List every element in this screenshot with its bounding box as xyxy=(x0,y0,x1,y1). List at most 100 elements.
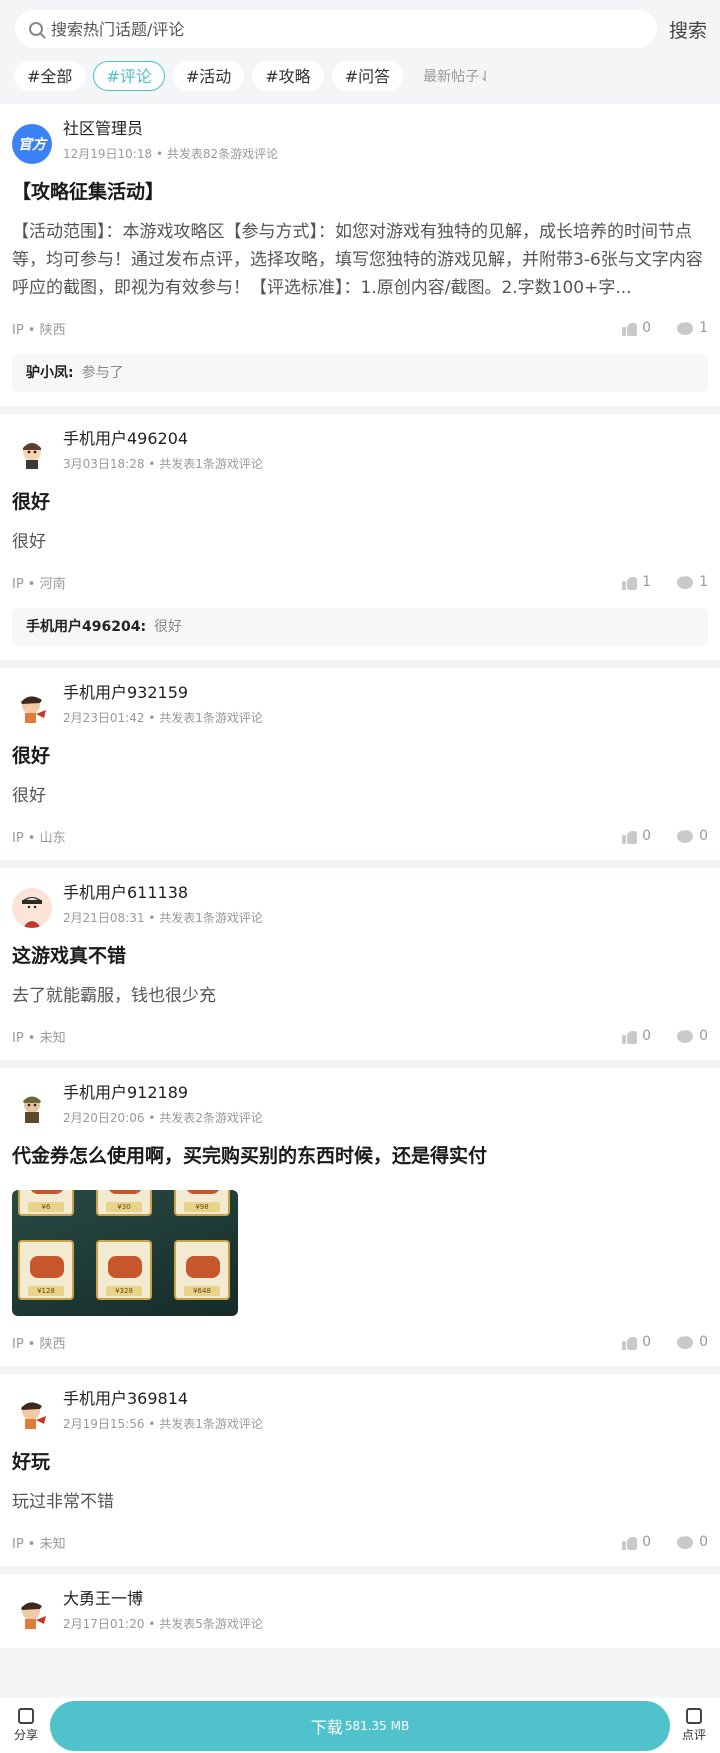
post-time: 2月23日01:42 xyxy=(63,711,145,725)
tag-review[interactable]: #评论 xyxy=(93,61,165,91)
comment-button[interactable]: 0 xyxy=(677,826,708,844)
download-size: 581.35 MB xyxy=(344,1718,410,1733)
like-button[interactable]: 1 xyxy=(622,574,651,590)
comment-button[interactable]: 0 xyxy=(677,1026,708,1044)
reply-text: 很好 xyxy=(154,619,183,635)
comment-button[interactable]: 1 xyxy=(677,318,708,336)
reply-text: 参与了 xyxy=(81,365,124,381)
avatar[interactable] xyxy=(12,1394,52,1434)
username[interactable]: 社区管理员 xyxy=(63,118,278,140)
username[interactable]: 手机用户369814 xyxy=(63,1388,263,1410)
post-body: 【活动范围】：本游戏攻略区【参与方式】：如您对游戏有独特的见解，成长培养的时间节… xyxy=(12,222,703,298)
like-button[interactable]: 0 xyxy=(622,1334,651,1350)
comment-count: 0 xyxy=(699,1534,708,1550)
comment-count: 1 xyxy=(699,574,708,590)
share-button[interactable]: 分享 xyxy=(8,1708,44,1743)
comment-button[interactable]: 0 xyxy=(677,1532,708,1550)
avatar[interactable] xyxy=(12,1088,52,1128)
thumbs-up-icon xyxy=(622,1029,638,1044)
tag-guide[interactable]: #攻略 xyxy=(252,61,324,91)
post-meta: 2月19日15:56 • 共发表1条游戏评论 xyxy=(63,1417,263,1431)
search-button[interactable]: 搜索 xyxy=(669,16,707,43)
comment-count: 0 xyxy=(699,1334,708,1350)
post-stats: 共发表2条游戏评论 xyxy=(159,1111,263,1125)
post-stats: 共发表1条游戏评论 xyxy=(159,911,263,925)
thumbs-up-icon xyxy=(622,1535,638,1550)
post-meta: 2月20日20:06 • 共发表2条游戏评论 xyxy=(63,1111,263,1125)
post-stats: 共发表5条游戏评论 xyxy=(159,1617,263,1631)
post-title: 这游戏真不错 xyxy=(12,945,127,967)
post-body: 很好 xyxy=(12,786,46,806)
image-price: ¥30 xyxy=(106,1202,142,1212)
post-title: 好玩 xyxy=(12,1451,51,1473)
review-button[interactable]: 点评 xyxy=(676,1708,712,1743)
search-icon xyxy=(29,22,43,36)
comment-icon xyxy=(677,1332,694,1349)
comment-icon xyxy=(677,572,694,589)
like-button[interactable]: 0 xyxy=(622,828,651,844)
post-card[interactable]: 手机用户496204 3月03日18:28 • 共发表1条游戏评论 很好 很好 … xyxy=(0,414,720,660)
edit-icon xyxy=(686,1708,702,1724)
username[interactable]: 手机用户496204 xyxy=(63,428,263,450)
post-time: 12月19日10:18 xyxy=(63,147,153,161)
comment-button[interactable]: 0 xyxy=(677,1332,708,1350)
like-button[interactable]: 0 xyxy=(622,1028,651,1044)
reply-preview[interactable]: 驴小凤: 参与了 xyxy=(12,354,708,392)
post-meta: 2月17日01:20 • 共发表5条游戏评论 xyxy=(63,1617,263,1631)
comment-button[interactable]: 1 xyxy=(677,572,708,590)
image-price: ¥98 xyxy=(184,1202,220,1212)
post-time: 2月17日01:20 xyxy=(63,1617,145,1631)
ip-location: IP • 河南 xyxy=(12,576,66,592)
avatar[interactable] xyxy=(12,1594,52,1634)
post-time: 2月20日20:06 xyxy=(63,1111,145,1125)
post-meta: 3月03日18:28 • 共发表1条游戏评论 xyxy=(63,457,263,471)
post-card[interactable]: 官方 社区管理员 12月19日10:18 • 共发表82条游戏评论 【攻略征集活… xyxy=(0,104,720,406)
review-label: 点评 xyxy=(681,1728,706,1742)
like-button[interactable]: 0 xyxy=(622,320,651,336)
post-meta: 2月23日01:42 • 共发表1条游戏评论 xyxy=(63,711,263,725)
search-input[interactable] xyxy=(51,19,571,39)
username[interactable]: 手机用户932159 xyxy=(63,682,263,704)
reply-preview[interactable]: 手机用户496204: 很好 xyxy=(12,608,708,646)
post-title: 很好 xyxy=(12,745,51,767)
post-card[interactable]: 大勇王一博 2月17日01:20 • 共发表5条游戏评论 xyxy=(0,1574,720,1648)
post-meta: 2月21日08:31 • 共发表1条游戏评论 xyxy=(63,911,263,925)
thumbs-up-icon xyxy=(622,575,638,590)
post-time: 2月19日15:56 xyxy=(63,1417,145,1431)
username[interactable]: 手机用户611138 xyxy=(63,882,263,904)
download-label: 下载 xyxy=(310,1717,343,1737)
like-count: 0 xyxy=(642,828,652,844)
post-card[interactable]: 手机用户932159 2月23日01:42 • 共发表1条游戏评论 很好 很好 … xyxy=(0,668,720,860)
tag-activity[interactable]: #活动 xyxy=(172,61,245,91)
post-title: 很好 xyxy=(12,491,51,513)
username[interactable]: 手机用户912189 xyxy=(63,1082,263,1104)
post-stats: 共发表1条游戏评论 xyxy=(159,711,263,725)
like-count: 0 xyxy=(642,1334,652,1350)
reply-user: 手机用户496204: xyxy=(26,619,147,635)
like-count: 0 xyxy=(642,1028,652,1044)
comment-count: 0 xyxy=(699,1028,708,1044)
download-button[interactable]: 下载 581.35 MB xyxy=(50,1700,670,1751)
tag-all[interactable]: #全部 xyxy=(14,61,86,91)
official-avatar[interactable]: 官方 xyxy=(12,124,52,164)
sort-dropdown[interactable]: 最新帖子⇃ xyxy=(423,66,491,86)
post-card[interactable]: 手机用户611138 2月21日08:31 • 共发表1条游戏评论 这游戏真不错… xyxy=(0,868,720,1060)
avatar[interactable] xyxy=(12,888,52,928)
comment-count: 1 xyxy=(699,320,708,336)
avatar[interactable] xyxy=(12,688,52,728)
ip-location: IP • 陕西 xyxy=(12,1336,66,1352)
username[interactable]: 大勇王一博 xyxy=(63,1588,263,1610)
like-count: 1 xyxy=(642,574,652,590)
avatar[interactable] xyxy=(12,434,52,474)
post-time: 3月03日18:28 xyxy=(63,457,145,471)
post-title: 【攻略征集活动】 xyxy=(12,181,165,203)
search-box[interactable] xyxy=(15,10,657,48)
tag-qa[interactable]: #问答 xyxy=(331,61,404,91)
post-image[interactable]: ¥6 ¥30 ¥98 ¥128 ¥328 ¥648 xyxy=(12,1190,238,1316)
ip-location: IP • 山东 xyxy=(12,830,66,846)
post-card[interactable]: 手机用户912189 2月20日20:06 • 共发表2条游戏评论 代金券怎么使… xyxy=(0,1068,720,1366)
post-body: 去了就能霸服，钱也很少充 xyxy=(12,986,216,1006)
share-icon xyxy=(18,1708,34,1724)
like-button[interactable]: 0 xyxy=(622,1534,651,1550)
post-card[interactable]: 手机用户369814 2月19日15:56 • 共发表1条游戏评论 好玩 玩过非… xyxy=(0,1374,720,1566)
